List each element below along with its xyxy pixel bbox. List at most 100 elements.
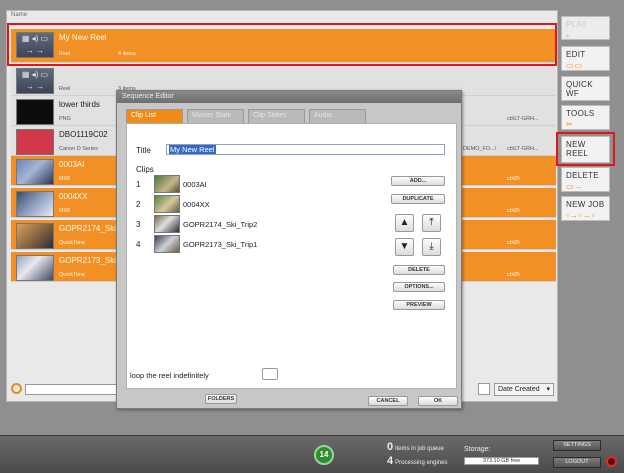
row-path: cb\D\ — [507, 272, 520, 278]
queue-count: 0 — [387, 441, 394, 453]
list-header: Name — [11, 12, 28, 18]
tools-button[interactable]: TOOLS ✂ — [561, 105, 610, 130]
engines-label: Processing engines — [395, 460, 448, 466]
clip-item[interactable]: 4 GOPR2173_Ski_Trip1 — [136, 235, 336, 253]
row-name: lower thirds — [59, 100, 100, 109]
arrow-down-icon: ▼ — [399, 241, 410, 252]
clip-item[interactable]: 1 0003AI — [136, 175, 336, 193]
engines-count: 4 — [387, 455, 394, 467]
row-path: cb\LT-GRH... — [507, 116, 539, 122]
clip-thumbnail — [16, 191, 54, 217]
expand-arrow-icon[interactable]: ➜ — [542, 224, 548, 232]
add-clip-button[interactable]: ADD... — [391, 176, 445, 186]
expand-arrow-icon[interactable]: ➜ — [542, 160, 548, 168]
play-label: PLAY — [566, 20, 588, 29]
delete-label: DELETE — [566, 171, 599, 180]
play-button[interactable]: PLAY ▸ — [561, 16, 610, 40]
clip-thumbnail — [154, 175, 180, 193]
row-name: 0004XX — [59, 192, 88, 201]
clip-name: 0004XX — [183, 200, 210, 209]
row-type: Canon D Series — [59, 146, 98, 152]
row-path-2: cb\LT-GRH... — [507, 146, 539, 152]
new-reel-highlight — [556, 132, 615, 166]
edit-label: EDIT — [566, 50, 586, 59]
dialog-title: Sequence Editor — [117, 91, 461, 103]
logout-button[interactable]: LOGOUT — [553, 457, 601, 468]
clip-item[interactable]: 3 GOPR2174_Ski_Trip2 — [136, 215, 336, 233]
clip-thumbnail — [16, 255, 54, 281]
clip-thumbnail — [16, 99, 54, 125]
clip-thumbnail — [16, 159, 54, 185]
expand-arrow-icon[interactable]: ➜ — [542, 192, 548, 200]
play-icon: ▸ — [566, 31, 572, 40]
settings-button[interactable]: SETTINGS — [553, 440, 601, 451]
row-name: 0003AI — [59, 160, 85, 169]
delete-clip-button[interactable]: DELETE — [393, 265, 445, 275]
row-type: MXF — [59, 176, 71, 182]
move-up-button[interactable]: ▲ — [395, 214, 414, 232]
title-label: Title — [136, 146, 151, 155]
clip-thumbnail — [16, 223, 54, 249]
row-name: DBO1119C02 — [59, 130, 108, 139]
tab-clip-slates[interactable]: Clip Slates — [248, 109, 305, 123]
clip-number: 4 — [136, 240, 141, 249]
sort-order-toggle[interactable] — [478, 383, 490, 395]
search-icon[interactable] — [11, 383, 22, 394]
reel-thumbnail: ▦ ◂) ▭ → → — [16, 68, 54, 94]
row-type: QuickTime — [59, 240, 86, 246]
move-to-top-button[interactable]: ⤒ — [422, 214, 441, 232]
tab-audio[interactable]: Audio — [309, 109, 366, 123]
row-path: cb\D\ — [507, 176, 520, 182]
clip-number: 1 — [136, 180, 141, 189]
reel-title-input[interactable]: My New Reel — [166, 144, 445, 155]
move-to-top-icon: ⤒ — [429, 217, 434, 228]
row-type: Reel — [59, 86, 71, 92]
engines-status: 4 Processing engines — [387, 455, 448, 467]
quick-wf-button[interactable]: QUICK WF ▫→▫→▫ — [561, 76, 610, 109]
clip-thumbnail — [154, 195, 180, 213]
preview-button[interactable]: PREVIEW — [393, 300, 445, 310]
row-path: cb\D\ — [507, 240, 520, 246]
move-down-button[interactable]: ▼ — [395, 238, 414, 256]
clip-list-panel: Title My New Reel Clips 1 0003AI 2 0004X… — [126, 123, 457, 389]
move-to-bottom-icon: ⤓ — [429, 241, 434, 252]
tools-label: TOOLS — [566, 109, 595, 118]
jobs-count-badge[interactable]: 14 — [314, 445, 334, 465]
expand-arrow-icon[interactable]: ➜ — [542, 256, 548, 264]
cancel-button[interactable]: CANCEL — [368, 396, 408, 406]
edit-button[interactable]: EDIT ▭▭ — [561, 46, 610, 71]
new-job-button[interactable]: NEW JOB ▫→▫→▫ — [561, 196, 610, 221]
arrow-up-icon: ▲ — [399, 217, 410, 228]
new-job-label: NEW JOB — [566, 200, 605, 209]
clip-name: GOPR2174_Ski_Trip2 — [183, 220, 258, 229]
options-button[interactable]: OPTIONS... — [393, 282, 445, 292]
row-type: MXF — [59, 208, 71, 214]
storage-label: Storage: — [464, 446, 491, 453]
clip-number: 2 — [136, 200, 141, 209]
selected-row-highlight — [7, 23, 557, 66]
tab-master-slate[interactable]: Master Slate — [187, 109, 244, 123]
move-to-bottom-button[interactable]: ⤓ — [422, 238, 441, 256]
job-icon: ▫→▫→▫ — [566, 211, 596, 220]
job-queue-status: 0 items in job queue — [387, 441, 444, 453]
delete-button[interactable]: DELETE ▭→ — [561, 167, 610, 192]
search-input[interactable] — [25, 384, 120, 395]
sort-select[interactable]: Date Created ▾ — [494, 383, 554, 396]
loop-checkbox[interactable] — [262, 368, 278, 380]
scissors-icon: ✂ — [566, 120, 574, 129]
edit-icon: ▭▭ — [566, 61, 584, 70]
loop-label: loop the reel indefinitely — [130, 371, 209, 380]
duplicate-button[interactable]: DUPLICATE — [391, 194, 445, 204]
tab-clip-list[interactable]: Clip List — [126, 109, 183, 123]
clip-name: GOPR2173_Ski_Trip1 — [183, 240, 258, 249]
clip-item[interactable]: 2 0004XX — [136, 195, 336, 213]
row-type: PNG — [59, 116, 71, 122]
folders-button[interactable]: FOLDERS — [205, 394, 237, 404]
delete-icon: ▭→ — [566, 182, 584, 191]
clip-thumbnail — [154, 215, 180, 233]
chevron-down-icon: ▾ — [546, 386, 550, 393]
power-icon[interactable] — [606, 456, 617, 467]
sort-selected-label: Date Created — [498, 386, 540, 393]
ok-button[interactable]: OK — [418, 396, 458, 406]
reel-title-value: My New Reel — [169, 145, 216, 154]
